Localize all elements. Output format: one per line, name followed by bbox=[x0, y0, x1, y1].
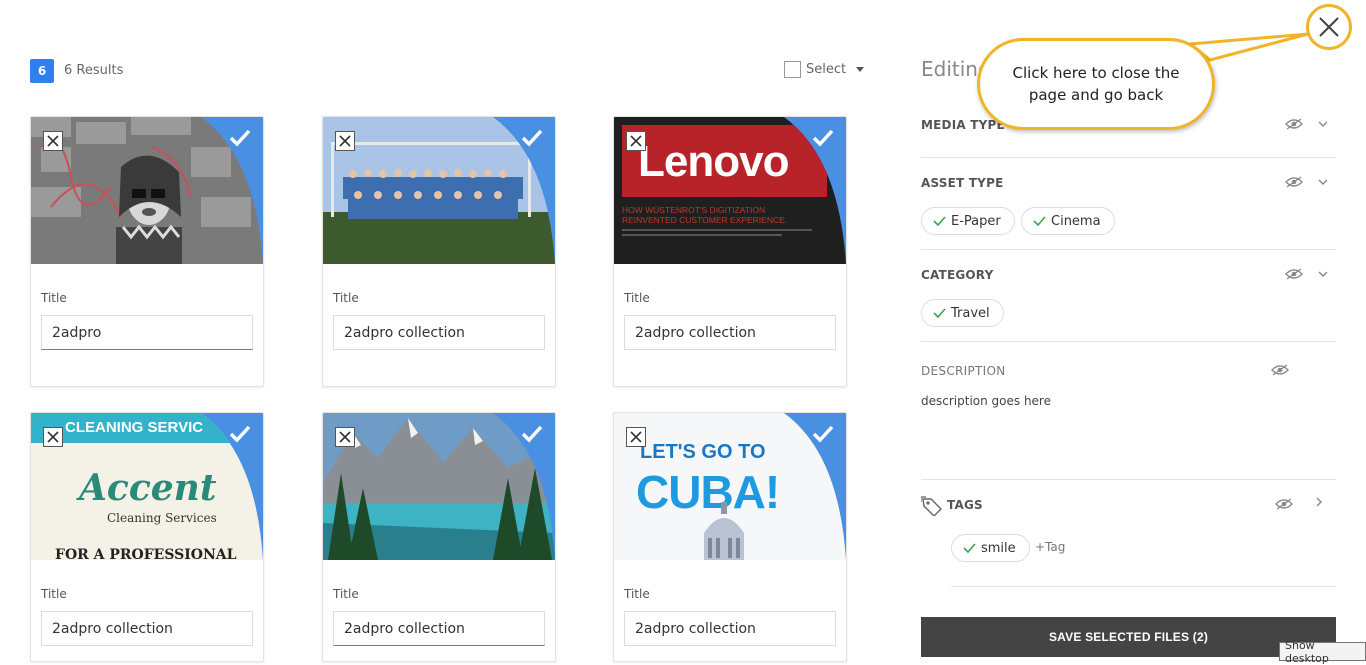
close-icon[interactable] bbox=[43, 131, 63, 151]
cleaning-sub-text: Cleaning Services bbox=[107, 511, 217, 525]
card-title-input[interactable] bbox=[333, 611, 545, 646]
card-title-input[interactable] bbox=[41, 611, 253, 646]
check-icon bbox=[933, 308, 946, 318]
asset-card[interactable]: LET'S GO TO CUBA! Title bbox=[613, 412, 847, 662]
chip-label: E-Paper bbox=[951, 213, 1001, 229]
card-title-input[interactable] bbox=[333, 315, 545, 350]
cleaning-bottom-text: FOR A PROFESSIONAL bbox=[55, 547, 237, 560]
card-title-input[interactable] bbox=[624, 315, 836, 350]
check-icon bbox=[1033, 216, 1046, 226]
chip-label: Cinema bbox=[1051, 213, 1101, 229]
asset-thumbnail[interactable] bbox=[31, 117, 263, 264]
asset-thumbnail[interactable] bbox=[323, 117, 555, 264]
close-icon[interactable] bbox=[335, 427, 355, 447]
eye-icon[interactable] bbox=[1285, 176, 1303, 188]
asset-thumbnail[interactable]: LET'S GO TO CUBA! bbox=[614, 413, 846, 560]
chevron-down-icon[interactable] bbox=[1317, 268, 1329, 280]
close-icon[interactable] bbox=[626, 131, 646, 151]
callout-text: Click here to close the page and go back bbox=[1012, 64, 1180, 104]
asset-type-chip[interactable]: E-Paper bbox=[921, 207, 1015, 235]
divider bbox=[921, 479, 1336, 480]
close-icon[interactable] bbox=[43, 427, 63, 447]
results-count-badge: 6 bbox=[30, 59, 54, 83]
card-title-label: Title bbox=[624, 291, 650, 305]
lenovo-logo-text: Lenovo bbox=[638, 137, 789, 186]
chevron-down-icon[interactable] bbox=[1317, 176, 1329, 188]
tag-icon bbox=[921, 496, 942, 516]
check-icon bbox=[812, 425, 834, 443]
asset-thumbnail[interactable]: CLEANING SERVIC Accent Cleaning Services… bbox=[31, 413, 263, 560]
chevron-right-icon[interactable] bbox=[1313, 496, 1325, 508]
card-title-input[interactable] bbox=[41, 315, 253, 350]
caret-down-icon[interactable] bbox=[856, 67, 864, 72]
asset-card[interactable]: Title bbox=[30, 116, 264, 387]
category-label: CATEGORY bbox=[921, 268, 994, 282]
eye-icon[interactable] bbox=[1275, 498, 1293, 510]
results-label: 6 Results bbox=[64, 63, 124, 78]
divider bbox=[951, 586, 1336, 587]
asset-type-label: ASSET TYPE bbox=[921, 176, 1004, 190]
divider bbox=[921, 341, 1336, 342]
chevron-down-icon[interactable] bbox=[1317, 118, 1329, 130]
check-icon bbox=[812, 129, 834, 147]
chip-label: smile bbox=[981, 540, 1016, 556]
close-icon[interactable] bbox=[335, 131, 355, 151]
card-title-label: Title bbox=[624, 587, 650, 601]
divider bbox=[921, 249, 1336, 250]
callout-bubble: Click here to close the page and go back bbox=[977, 38, 1215, 130]
description-label: DESCRIPTION bbox=[921, 364, 1006, 378]
cuba-top-text: LET'S GO TO bbox=[640, 441, 766, 463]
lenovo-subtitle-2: REINVENTED CUSTOMER EXPERIENCE. bbox=[622, 215, 788, 225]
check-icon bbox=[229, 425, 251, 443]
check-icon bbox=[521, 129, 543, 147]
asset-type-chip[interactable]: Cinema bbox=[1021, 207, 1115, 235]
close-page-button[interactable] bbox=[1306, 4, 1352, 50]
asset-card[interactable]: Title bbox=[322, 412, 556, 662]
card-title-label: Title bbox=[333, 291, 359, 305]
tags-label: TAGS bbox=[947, 498, 983, 512]
card-title-label: Title bbox=[333, 587, 359, 601]
eye-icon[interactable] bbox=[1285, 118, 1303, 130]
close-icon[interactable] bbox=[1318, 16, 1340, 38]
cleaning-script-text: Accent bbox=[79, 467, 217, 509]
asset-thumbnail[interactable]: Lenovo HOW WÜSTENROT'S DIGITIZATION REIN… bbox=[614, 117, 846, 264]
select-label[interactable]: Select bbox=[806, 62, 846, 77]
close-icon[interactable] bbox=[626, 427, 646, 447]
card-title-label: Title bbox=[41, 587, 67, 601]
check-icon bbox=[521, 425, 543, 443]
asset-card[interactable]: Lenovo HOW WÜSTENROT'S DIGITIZATION REIN… bbox=[613, 116, 847, 387]
tag-chip[interactable]: smile bbox=[951, 534, 1030, 562]
eye-icon[interactable] bbox=[1285, 268, 1303, 280]
description-text[interactable]: description goes here bbox=[921, 394, 1051, 408]
asset-card[interactable]: CLEANING SERVIC Accent Cleaning Services… bbox=[30, 412, 264, 662]
asset-thumbnail[interactable] bbox=[323, 413, 555, 560]
chip-label: Travel bbox=[951, 305, 990, 321]
card-title-label: Title bbox=[41, 291, 67, 305]
divider bbox=[921, 157, 1336, 158]
category-chip[interactable]: Travel bbox=[921, 299, 1004, 327]
check-icon bbox=[933, 216, 946, 226]
asset-card[interactable]: Title bbox=[322, 116, 556, 387]
check-icon bbox=[963, 543, 976, 553]
dome-graphic bbox=[694, 498, 754, 560]
card-title-input[interactable] bbox=[624, 611, 836, 646]
select-all-checkbox[interactable] bbox=[784, 61, 801, 78]
show-desktop-tooltip: Show desktop bbox=[1279, 639, 1366, 665]
save-selected-files-button[interactable]: SAVE SELECTED FILES (2) bbox=[921, 617, 1336, 657]
media-type-label: MEDIA TYPE bbox=[921, 118, 1005, 132]
cleaning-top-text: CLEANING SERVIC bbox=[65, 419, 204, 436]
lenovo-subtitle-1: HOW WÜSTENROT'S DIGITIZATION bbox=[622, 205, 766, 215]
eye-icon[interactable] bbox=[1271, 364, 1289, 376]
add-tag-button[interactable]: +Tag bbox=[1035, 540, 1065, 554]
check-icon bbox=[229, 129, 251, 147]
